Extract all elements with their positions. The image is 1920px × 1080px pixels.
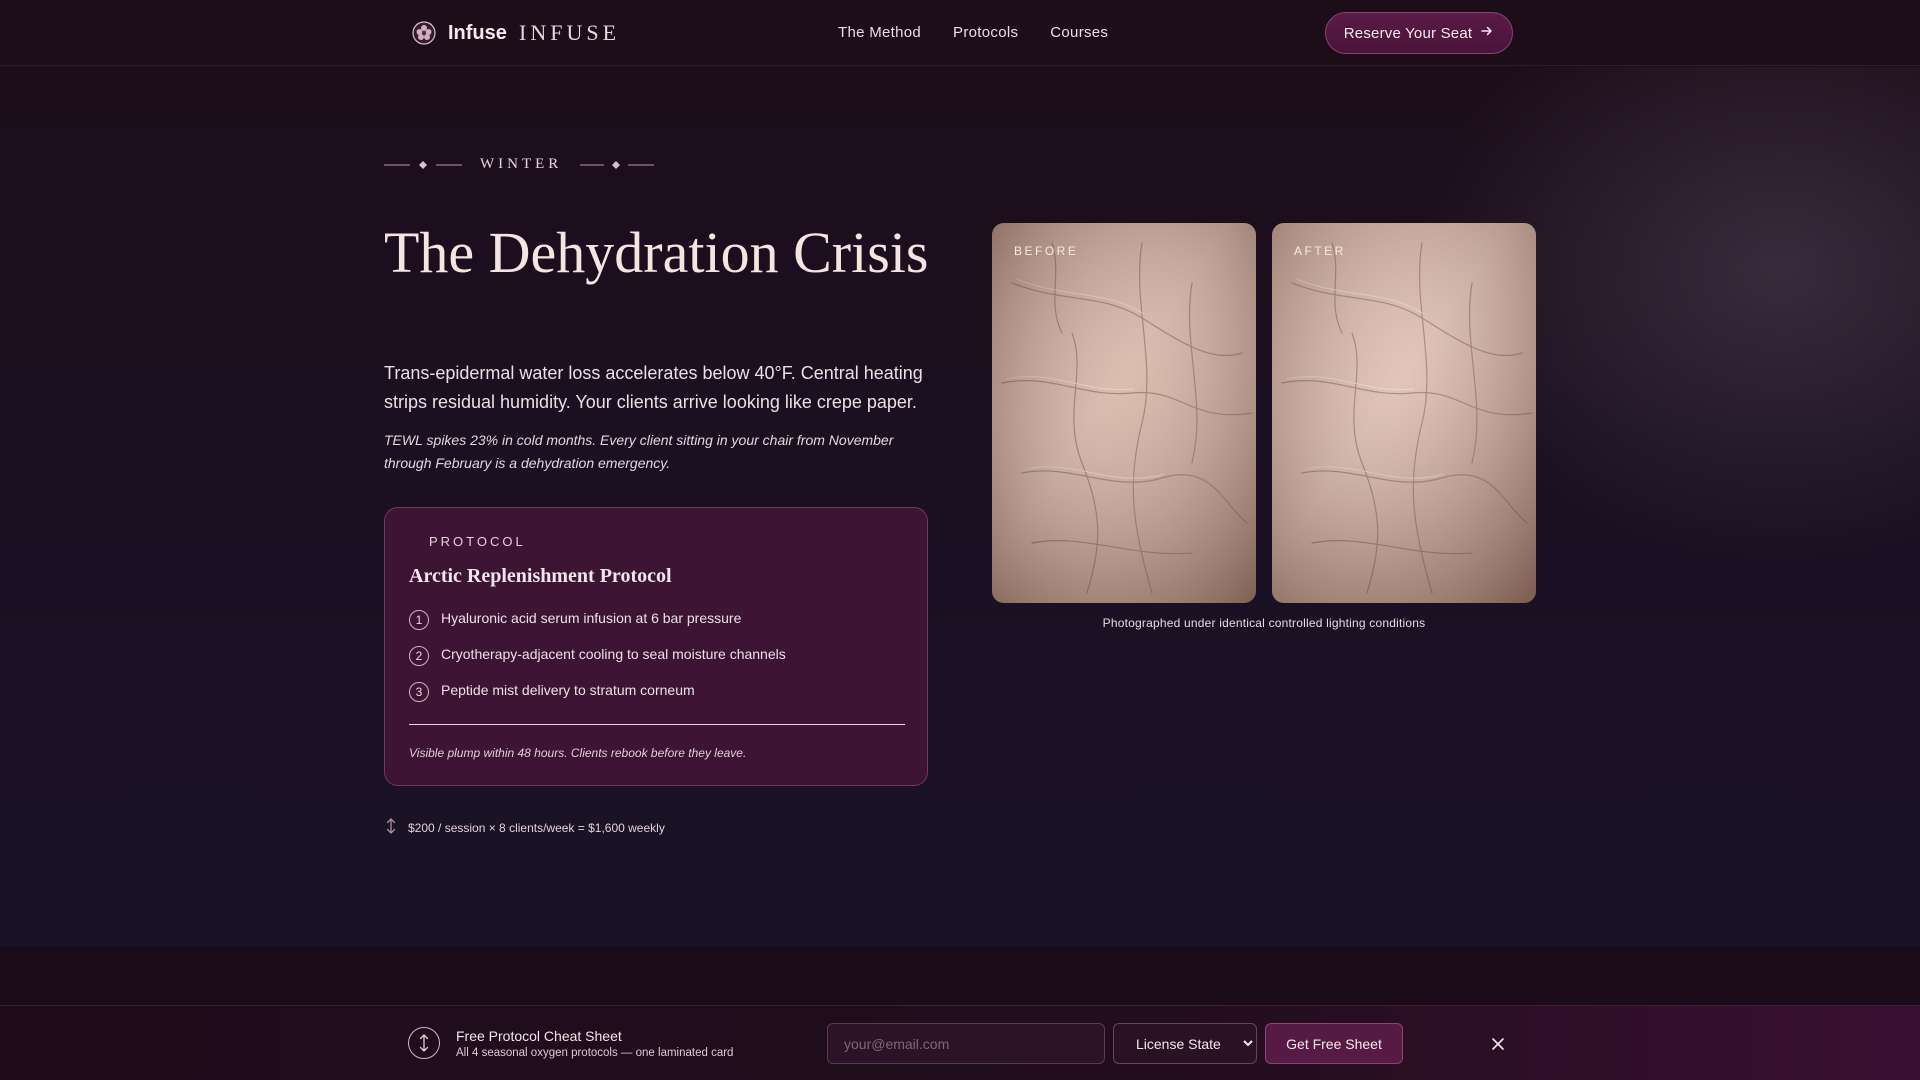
season-label: WINTER [480,156,563,172]
before-photo: BEFORE [992,223,1256,603]
arrow-right-icon [1480,24,1494,42]
cheat-sheet-title: Free Protocol Cheat Sheet [456,1028,622,1044]
get-free-sheet-button[interactable]: Get Free Sheet [1265,1023,1403,1064]
skin-texture-image [992,223,1256,603]
step-text: Peptide mist delivery to stratum corneum [441,682,695,698]
main-nav: The Method Protocols Courses [838,24,1108,41]
close-icon[interactable] [1487,1033,1509,1055]
step-number: 1 [409,610,429,630]
skin-texture-image [1272,223,1536,603]
list-item: 3 Peptide mist delivery to stratum corne… [409,680,909,716]
brand-wordmark[interactable]: INFUSE [519,20,620,46]
nav-item-protocols[interactable]: Protocols [953,24,1018,41]
hero-note: TEWL spikes 23% in cold months. Every cl… [384,432,894,471]
revenue-calculation: $200 / session × 8 clients/week = $1,600… [384,817,665,838]
up-down-arrow-icon [384,817,398,838]
before-label: BEFORE [1014,244,1079,258]
nav-item-the-method[interactable]: The Method [838,24,921,41]
hero-section [0,67,1920,947]
photo-caption: Photographed under identical controlled … [1102,616,1426,630]
reserve-seat-button[interactable]: Reserve Your Seat [1325,12,1513,54]
section-band [0,947,1920,1005]
protocol-footnote: Visible plump within 48 hours. Clients r… [409,746,747,760]
after-photo: AFTER [1272,223,1536,603]
revenue-text: $200 / session × 8 clients/week = $1,600… [408,820,665,835]
protocol-steps: 1 Hyaluronic acid serum infusion at 6 ba… [409,608,909,716]
after-label: AFTER [1294,244,1346,258]
license-state-select[interactable]: License State [1113,1023,1257,1064]
list-item: 2 Cryotherapy-adjacent cooling to seal m… [409,644,909,680]
lead-capture-bar: Free Protocol Cheat Sheet All 4 seasonal… [0,1005,1920,1080]
cheat-sheet-subtitle: All 4 seasonal oxygen protocols — one la… [456,1047,734,1059]
hero-lead: Trans-epidermal water loss accelerates b… [384,363,923,412]
protocol-card: PROTOCOL Arctic Replenishment Protocol 1… [384,507,928,786]
page-title: The Dehydration Crisis [384,220,929,285]
card-divider [409,724,905,725]
site-header: Infuse INFUSE The Method Protocols Cours… [0,0,1920,66]
protocol-kicker: PROTOCOL [429,534,526,549]
nav-item-courses[interactable]: Courses [1050,24,1108,41]
step-number: 2 [409,646,429,666]
up-down-arrow-icon [408,1027,440,1059]
protocol-title: Arctic Replenishment Protocol [409,565,672,587]
floral-seal-icon[interactable] [412,21,436,45]
season-divider: WINTER [384,153,664,177]
step-text: Hyaluronic acid serum infusion at 6 bar … [441,610,742,626]
email-input[interactable] [827,1023,1105,1064]
brand-name[interactable]: Infuse [448,21,507,45]
list-item: 1 Hyaluronic acid serum infusion at 6 ba… [409,608,909,644]
reserve-seat-label: Reserve Your Seat [1343,24,1473,42]
step-number: 3 [409,682,429,702]
step-text: Cryotherapy-adjacent cooling to seal moi… [441,646,786,662]
